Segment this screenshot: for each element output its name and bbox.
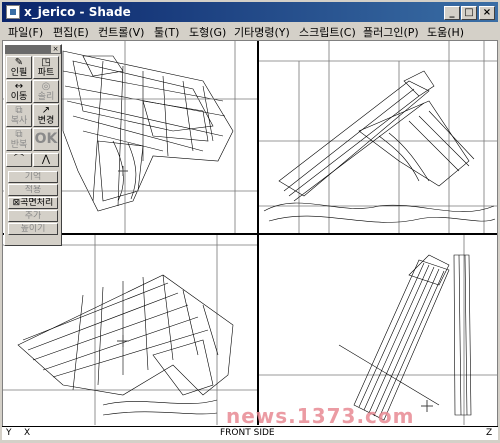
tool-label: 파트	[37, 68, 55, 78]
window-title: x_jerico - Shade	[24, 5, 131, 19]
menu-plugin[interactable]: 플러그인(P)	[363, 24, 419, 40]
y-axis-marker: Y	[6, 428, 12, 438]
add-button[interactable]: 추가	[8, 210, 58, 222]
tool-label: 복사	[10, 116, 28, 126]
watermark-text: news.1373.com	[226, 404, 415, 428]
tool-button-draw[interactable]: ✎ 인필	[6, 56, 32, 79]
tool-button-repeat[interactable]: ⧉ 반복	[6, 128, 32, 151]
tool-button-solid[interactable]: ◎ 솔리드	[33, 80, 59, 103]
wireframe-top-right	[259, 41, 497, 233]
application-window: x_jerico - Shade _ □ × 파일(F) 편집(E) 컨트롤(V…	[0, 0, 500, 443]
close-button[interactable]: ×	[479, 6, 495, 20]
menu-control[interactable]: 컨트롤(V)	[98, 24, 144, 40]
memory-button[interactable]: 기억	[8, 171, 58, 183]
app-icon[interactable]	[6, 5, 20, 19]
viewport-area	[2, 40, 498, 438]
move-icon: ↔	[14, 81, 24, 92]
shapes-icon: ◳	[41, 57, 51, 68]
apply-button[interactable]: 적용	[8, 184, 58, 196]
tool-button-parts[interactable]: ◳ 파트	[33, 56, 59, 79]
wireframe-bottom-left	[3, 235, 257, 425]
palette-title-bar[interactable]: ×	[5, 45, 61, 54]
tool-label: 솔리드	[37, 92, 55, 102]
tool-button-transform[interactable]: ↗ 변경	[33, 104, 59, 127]
wireframe-bottom-right	[259, 235, 497, 425]
menu-tools[interactable]: 툴(T)	[154, 24, 179, 40]
tool-label: 반복	[10, 140, 28, 150]
x-axis-label-left: X	[24, 428, 31, 438]
ok-icon: OK	[34, 131, 58, 147]
tool-label: 변경	[37, 116, 55, 126]
copy2-icon: ⧉	[15, 129, 23, 140]
tool-label: 인필	[10, 68, 28, 78]
transform-icon: ↗	[41, 105, 51, 116]
pencil-icon: ✎	[14, 57, 24, 68]
tool-palette[interactable]: × ✎ 인필 ◳ 파트 ↔ 이동 ◎ 솔리드 ⧉ 복사 ↗ 변경 ⧉ 반복	[4, 44, 62, 246]
raise-button[interactable]: 높이기	[8, 223, 58, 235]
view-status-bar: Y X FRONT SIDE Z	[2, 426, 498, 440]
minimize-button[interactable]: _	[444, 6, 460, 20]
menu-shape[interactable]: 도형(G)	[189, 24, 226, 40]
rotate-icon: ◎	[41, 81, 51, 92]
tool-label: 이동	[10, 92, 28, 102]
menu-help[interactable]: 도움(H)	[427, 24, 464, 40]
viewport-divider-horizontal[interactable]	[3, 233, 497, 235]
curve-shape-button-b[interactable]: ⋀	[33, 153, 59, 167]
curve-icon: ⌒	[14, 154, 24, 165]
menu-misc-commands[interactable]: 기타명령(Y)	[234, 24, 290, 40]
z-axis-label-right: Z	[486, 428, 493, 438]
menu-file[interactable]: 파일(F)	[8, 24, 43, 40]
tool-button-move[interactable]: ↔ 이동	[6, 80, 32, 103]
menu-script[interactable]: 스크립트(C)	[299, 24, 356, 40]
tool-button-copy[interactable]: ⧉ 복사	[6, 104, 32, 127]
palette-close-icon[interactable]: ×	[51, 45, 60, 53]
viewport-bottom-left[interactable]	[3, 235, 257, 425]
tool-button-ok[interactable]: OK	[33, 128, 59, 151]
title-bar[interactable]: x_jerico - Shade _ □ ×	[2, 2, 498, 22]
maximize-button[interactable]: □	[461, 6, 477, 20]
curve-shape-button-a[interactable]: ⌒	[6, 153, 32, 167]
viewport-bottom-right[interactable]	[259, 235, 497, 425]
surface-process-button[interactable]: ⊠곡면처리	[8, 197, 58, 209]
peak-icon: ⋀	[41, 154, 51, 165]
copy-icon: ⧉	[15, 105, 23, 116]
menu-bar: 파일(F) 편집(E) 컨트롤(V) 툴(T) 도형(G) 기타명령(Y) 스크…	[2, 22, 498, 40]
viewport-top-right[interactable]	[259, 41, 497, 233]
menu-edit[interactable]: 편집(E)	[53, 24, 89, 40]
view-name-label: FRONT SIDE	[220, 428, 275, 438]
